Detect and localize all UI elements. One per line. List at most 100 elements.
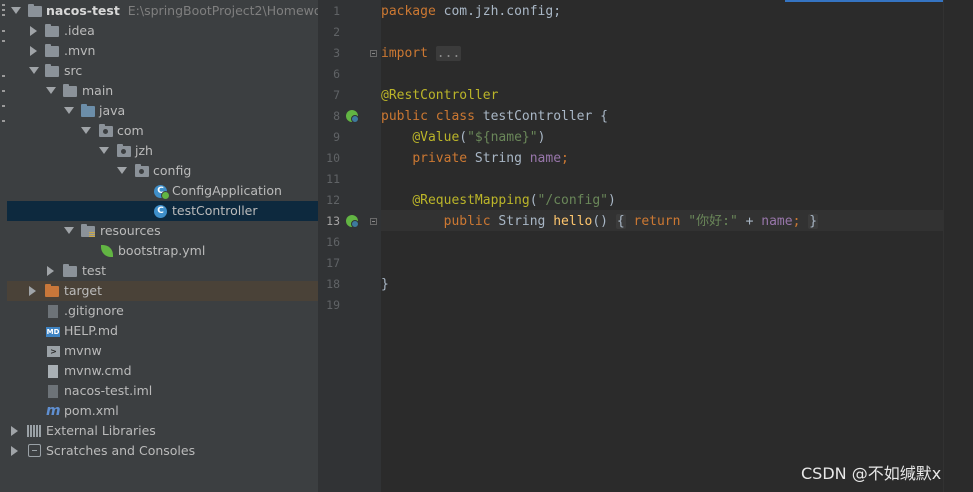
code-line: public String hello() { return "你好:" + n… [381, 211, 819, 232]
package-icon [117, 144, 131, 157]
chevron-down-icon[interactable] [117, 167, 127, 174]
fold-brace[interactable]: { [615, 214, 626, 229]
string-literal: "${name}" [467, 130, 538, 145]
tree-item-help-md[interactable]: MD HELP.md [7, 321, 318, 341]
tree-item-gitignore[interactable]: .gitignore [7, 301, 318, 321]
chevron-down-icon[interactable] [99, 147, 109, 154]
tree-item-label: java [99, 103, 126, 118]
code-line: package com.jzh.config; [381, 1, 561, 22]
paren: ) [608, 193, 616, 208]
tree-item-resources[interactable]: resources [7, 221, 318, 241]
tree-item-config[interactable]: config [7, 161, 318, 181]
folder-icon [63, 84, 77, 97]
folder-icon [63, 264, 77, 277]
tree-item-scratches[interactable]: Scratches and Consoles [7, 441, 318, 461]
project-name: nacos-test [46, 3, 120, 18]
chevron-right-icon[interactable] [30, 46, 37, 56]
folder-icon [45, 24, 59, 37]
fold-toggle-icon[interactable] [370, 50, 377, 57]
line-number: 6 [333, 67, 340, 81]
package-icon [99, 124, 113, 137]
spring-leaf-icon [101, 245, 113, 257]
tree-item-mvnw-cmd[interactable]: mvnw.cmd [7, 361, 318, 381]
markdown-icon: MD [46, 327, 60, 337]
annotation: @RestController [381, 88, 499, 103]
libraries-icon [27, 425, 42, 437]
chevron-right-icon[interactable] [11, 426, 18, 436]
fold-toggle-icon[interactable] [370, 218, 377, 225]
tree-item-external-libraries[interactable]: External Libraries [7, 421, 318, 441]
code-line: public class testController { [381, 106, 608, 127]
parens: () [592, 214, 616, 229]
line-number: 9 [333, 130, 340, 144]
code-editor[interactable]: package com.jzh.config; import ... @Rest… [381, 0, 943, 492]
chevron-right-icon[interactable] [47, 266, 54, 276]
project-path: E:\springBootProject2\Homework7 [127, 3, 318, 18]
editor-gutter[interactable]: 1 2 3 6 7 8 9 10 11 12 13 16 17 18 19 [318, 0, 381, 492]
watermark: CSDN @不如缄默x [801, 464, 942, 483]
chevron-down-icon[interactable] [81, 127, 91, 134]
string-literal: "你好:" [688, 214, 738, 229]
tree-item-target[interactable]: target [7, 281, 318, 301]
tree-item-label: HELP.md [64, 323, 118, 338]
type-name: String [490, 214, 554, 229]
keyword: import [381, 46, 428, 61]
tree-item-label: config [153, 163, 192, 178]
tree-item-configapplication[interactable]: C ConfigApplication [7, 181, 318, 201]
line-number: 10 [326, 151, 340, 165]
paren: ) [537, 130, 546, 145]
chevron-right-icon[interactable] [29, 286, 36, 296]
tree-item-jzh[interactable]: jzh [7, 141, 318, 161]
folder-icon [28, 4, 42, 17]
line-number: 2 [333, 25, 340, 39]
tree-item-bootstrap-yml[interactable]: bootstrap.yml [7, 241, 318, 261]
code-line: import ... [381, 43, 462, 64]
tree-item-label: test [82, 263, 107, 278]
spring-bean-gutter-icon[interactable] [346, 110, 359, 123]
tree-item-main[interactable]: main [7, 81, 318, 101]
chevron-down-icon[interactable] [11, 7, 21, 14]
code-line: @RestController [381, 85, 498, 106]
editor-scrollbar[interactable] [943, 0, 973, 492]
tree-item-mvn[interactable]: .mvn [7, 41, 318, 61]
paren: ( [529, 193, 538, 208]
import-fold-placeholder[interactable]: ... [435, 46, 462, 61]
line-number: 1 [333, 4, 340, 18]
tree-item-mvnw[interactable]: > mvnw [7, 341, 318, 361]
annotation: @RequestMapping [412, 193, 530, 208]
line-number: 13 [326, 214, 340, 228]
tree-item-label: resources [100, 223, 161, 238]
tree-item-pom-xml[interactable]: m pom.xml [7, 401, 318, 421]
tree-item-java[interactable]: java [7, 101, 318, 121]
chevron-right-icon[interactable] [11, 446, 18, 456]
terminal-file-icon: > [47, 346, 60, 357]
tree-item-com[interactable]: com [7, 121, 318, 141]
spring-boot-class-icon: C [154, 185, 170, 200]
tree-item-label: testController [172, 203, 258, 218]
tree-item-label: main [82, 83, 114, 98]
tree-item-nacos-test-iml[interactable]: nacos-test.iml [7, 381, 318, 401]
tree-item-src[interactable]: src [7, 61, 318, 81]
chevron-right-icon[interactable] [30, 26, 37, 36]
line-number: 3 [333, 46, 340, 60]
tree-item-label: Scratches and Consoles [46, 443, 196, 458]
chevron-down-icon[interactable] [64, 107, 74, 114]
package-icon [135, 164, 149, 177]
class-declaration: testController { [474, 109, 608, 124]
line-number: 12 [326, 193, 340, 207]
line-number: 11 [326, 172, 340, 186]
editor-tab-indicator [785, 0, 943, 2]
chevron-down-icon[interactable] [64, 227, 74, 234]
fold-brace[interactable]: } [808, 214, 819, 229]
code-line: } [381, 274, 389, 295]
chevron-down-icon[interactable] [46, 87, 56, 94]
tree-item-testcontroller[interactable]: C testController [7, 201, 318, 221]
tree-item-nacos-test[interactable]: nacos-test E:\springBootProject2\Homewor… [7, 1, 318, 21]
chevron-down-icon[interactable] [29, 67, 39, 74]
tree-item-idea[interactable]: .idea [7, 21, 318, 41]
line-number: 17 [326, 256, 340, 270]
request-mapping-gutter-icon[interactable] [346, 215, 359, 228]
folder-icon [45, 44, 59, 57]
tree-item-test[interactable]: test [7, 261, 318, 281]
class-icon: C [154, 205, 167, 218]
